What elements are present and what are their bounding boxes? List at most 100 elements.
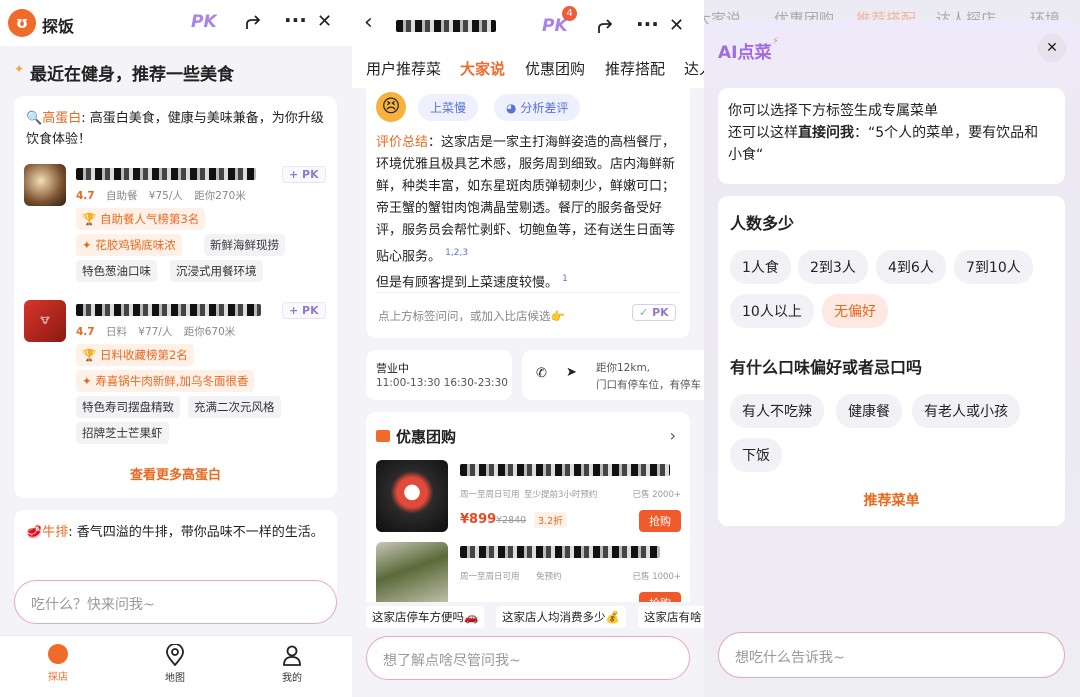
pie-chart-icon: ◕ xyxy=(506,101,517,115)
phone-icon[interactable]: ✆ xyxy=(536,366,547,381)
chevron-right-icon[interactable]: › xyxy=(670,426,676,445)
map-pin-icon xyxy=(166,644,184,666)
tab-profile[interactable]: 我的 xyxy=(262,644,322,684)
restaurant-meta: 4.7 日料 ¥77/人 距你670米 xyxy=(76,324,235,339)
review-summary-card: 😣 上菜慢 ◕ 分析差评 评价总结：这家店是一家主打海鲜姿造的高档餐厅，环境优雅… xyxy=(366,80,690,338)
tab-label: 地图 xyxy=(165,673,185,684)
restaurant-item[interactable]: 🐮 + PK 4.7 日料 ¥77/人 距你670米 🏆 日料收藏榜第2名 ✦ … xyxy=(24,300,329,450)
chat-input-placeholder: 吃什么？快来问我~ xyxy=(31,597,155,613)
summary-body: ：这家店是一家主打海鲜姿造的高档餐厅，环境优雅且极具艺术感，服务周到细致。店内海… xyxy=(376,135,676,265)
pk-count-badge: 4 xyxy=(562,6,577,21)
coupon-icon xyxy=(376,430,390,442)
deal-title-blurred xyxy=(460,546,660,558)
hours-card: 营业中 11:00-13:30 16:30-23:30 xyxy=(366,350,512,400)
rating: 4.7 xyxy=(76,326,95,338)
option-chip[interactable]: 7到10人 xyxy=(954,250,1033,284)
emoji-face-icon: 😣 xyxy=(376,92,406,122)
restaurant-item[interactable]: + PK 4.7 自助餐 ¥75/人 距你270米 🏆 自助餐人气榜第3名 ✦ … xyxy=(24,164,329,282)
question-party-size: 人数多少 xyxy=(730,214,795,233)
more-icon[interactable]: ··· xyxy=(636,12,659,36)
option-chip[interactable]: 1人食 xyxy=(730,250,791,284)
option-chip[interactable]: 有人不吃辣 xyxy=(730,394,824,428)
rank-badge: 🏆 日料收藏榜第2名 xyxy=(76,344,194,366)
add-to-pk-button[interactable]: ✓ PK xyxy=(632,304,676,321)
share-icon[interactable] xyxy=(244,14,262,32)
tab-map[interactable]: 地图 xyxy=(145,644,205,684)
recommend-menu-button[interactable]: 推荐菜单 xyxy=(718,490,1065,510)
tab-combos[interactable]: 推荐搭配 xyxy=(605,58,665,79)
price: ¥77/人 xyxy=(138,326,173,338)
tab-influencers[interactable]: 达人 xyxy=(684,58,704,79)
chat-input[interactable]: 想了解点啥尽管问我~ xyxy=(366,636,690,680)
navigate-icon[interactable]: ➤ xyxy=(566,365,577,380)
intro-line-1: 你可以选择下方标签生成专属菜单 xyxy=(728,103,938,119)
see-more-link[interactable]: 查看更多高蛋白 xyxy=(14,464,337,483)
steak-icon: 🥩 xyxy=(26,525,43,540)
tab-reviews[interactable]: 大家说 xyxy=(460,58,505,79)
option-chip[interactable]: 2到3人 xyxy=(798,250,868,284)
tag-chip-slow-serving[interactable]: 上菜慢 xyxy=(418,94,479,121)
deal-sold: 已售 1000+ xyxy=(632,572,681,582)
restaurant-name-blurred xyxy=(76,304,261,316)
pk-label: PK xyxy=(652,306,669,319)
citation-ref[interactable]: 1 xyxy=(562,274,568,284)
option-chip[interactable]: 下饭 xyxy=(730,438,782,472)
sparkle-icon: ⚡ xyxy=(772,36,780,47)
suggestion-chip[interactable]: 这家店停车方便吗🚗 xyxy=(366,606,485,628)
pk-button[interactable]: PK xyxy=(191,12,217,32)
deal-discount: 3.2折 xyxy=(534,512,567,528)
buy-button[interactable]: 抢购 xyxy=(639,510,681,532)
intro-text: 还可以这样 xyxy=(728,125,798,141)
chat-panel-home: ʊ 探饭 PK ··· ✕ ✦ 最近在健身，推荐一些美食 🔍高蛋白: 高蛋白美食… xyxy=(0,0,352,697)
section-desc: 🔍高蛋白: 高蛋白美食，健康与美味兼备，为你升级饮食体验！ xyxy=(26,108,326,150)
tab-deals[interactable]: 优惠团购 xyxy=(525,58,585,79)
suggestion-chip[interactable]: 这家店人均消费多少💰 xyxy=(496,606,626,628)
divider xyxy=(376,292,680,293)
suggestion-chip[interactable]: 这家店有啥 xyxy=(638,606,704,628)
option-chip[interactable]: 10人以上 xyxy=(730,294,814,328)
chat-heading: 最近在健身，推荐一些美食 xyxy=(30,65,234,85)
intro-card: 你可以选择下方标签生成专属菜单 还可以这样直接问我：“5个人的菜单，要有饮品和小… xyxy=(718,88,1065,184)
restaurant-detail-panel: ‹ PK 4 ··· ✕ 用户推荐菜 大家说 优惠团购 推荐搭配 达人 😣 上菜… xyxy=(352,0,704,697)
distance: 距你670米 xyxy=(183,326,236,338)
deal-price: ¥899 xyxy=(460,512,497,527)
deal-item[interactable]: 周一至周日可用 至少提前3小时预约 已售 2000+ ¥899 ¥2840 3.… xyxy=(376,460,681,532)
close-icon[interactable]: ✕ xyxy=(669,15,684,36)
add-pk-button[interactable]: + PK xyxy=(282,302,326,319)
analyze-bad-reviews-chip[interactable]: ◕ 分析差评 xyxy=(494,94,581,121)
section-title: 高蛋白 xyxy=(42,111,82,126)
suggestion-row: 这家店停车方便吗🚗 这家店人均消费多少💰 这家店有啥 xyxy=(352,602,704,632)
tab-label: 探店 xyxy=(48,672,68,683)
intro-bold: 直接问我 xyxy=(798,125,854,141)
chat-input[interactable]: 吃什么？快来问我~ xyxy=(14,580,337,624)
location-card: ✆ ➤ 距你12km, 门口有停车位，有停车 xyxy=(522,350,704,400)
check-icon: ✓ xyxy=(639,306,649,319)
share-icon[interactable] xyxy=(596,18,614,36)
feature-tag: 充满二次元风格 xyxy=(188,396,281,418)
option-chip[interactable]: 健康餐 xyxy=(836,394,902,428)
section-desc: 🥩牛排: 香气四溢的牛排，带你品味不一样的生活。 xyxy=(26,522,326,543)
section-text: : 香气四溢的牛排，带你品味不一样的生活。 xyxy=(68,525,324,540)
option-chip-selected[interactable]: 无偏好 xyxy=(822,294,888,328)
close-icon[interactable]: ✕ xyxy=(1038,34,1066,62)
option-chip[interactable]: 4到6人 xyxy=(876,250,946,284)
summary-body-2: 但是有顾客提到上菜速度较慢。 xyxy=(376,275,559,291)
deal-image xyxy=(376,460,448,532)
add-pk-button[interactable]: + PK xyxy=(282,166,326,183)
rank-badge: 🏆 自助餐人气榜第3名 xyxy=(76,208,206,230)
tab-explore[interactable]: 探店 xyxy=(28,644,88,683)
rank-text: 自助餐人气榜第3名 xyxy=(99,212,200,226)
question-taste: 有什么口味偏好或者忌口吗 xyxy=(730,358,923,377)
top-bar: ʊ 探饭 PK ··· ✕ xyxy=(0,0,352,46)
more-icon[interactable]: ··· xyxy=(284,8,307,32)
person-icon xyxy=(283,645,301,666)
option-chip[interactable]: 有老人或小孩 xyxy=(912,394,1020,428)
citation-ref[interactable]: 1,2,3 xyxy=(445,248,468,258)
app-name: 探饭 xyxy=(42,17,75,36)
back-icon[interactable]: ‹ xyxy=(364,10,373,35)
summary-label: 评价总结 xyxy=(376,135,429,150)
tab-user-dishes[interactable]: 用户推荐菜 xyxy=(366,58,441,79)
chat-input[interactable]: 想吃什么告诉我~ xyxy=(718,632,1065,678)
close-icon[interactable]: ✕ xyxy=(317,11,332,32)
deal-availability: 周一至周日可用 xyxy=(460,572,520,582)
